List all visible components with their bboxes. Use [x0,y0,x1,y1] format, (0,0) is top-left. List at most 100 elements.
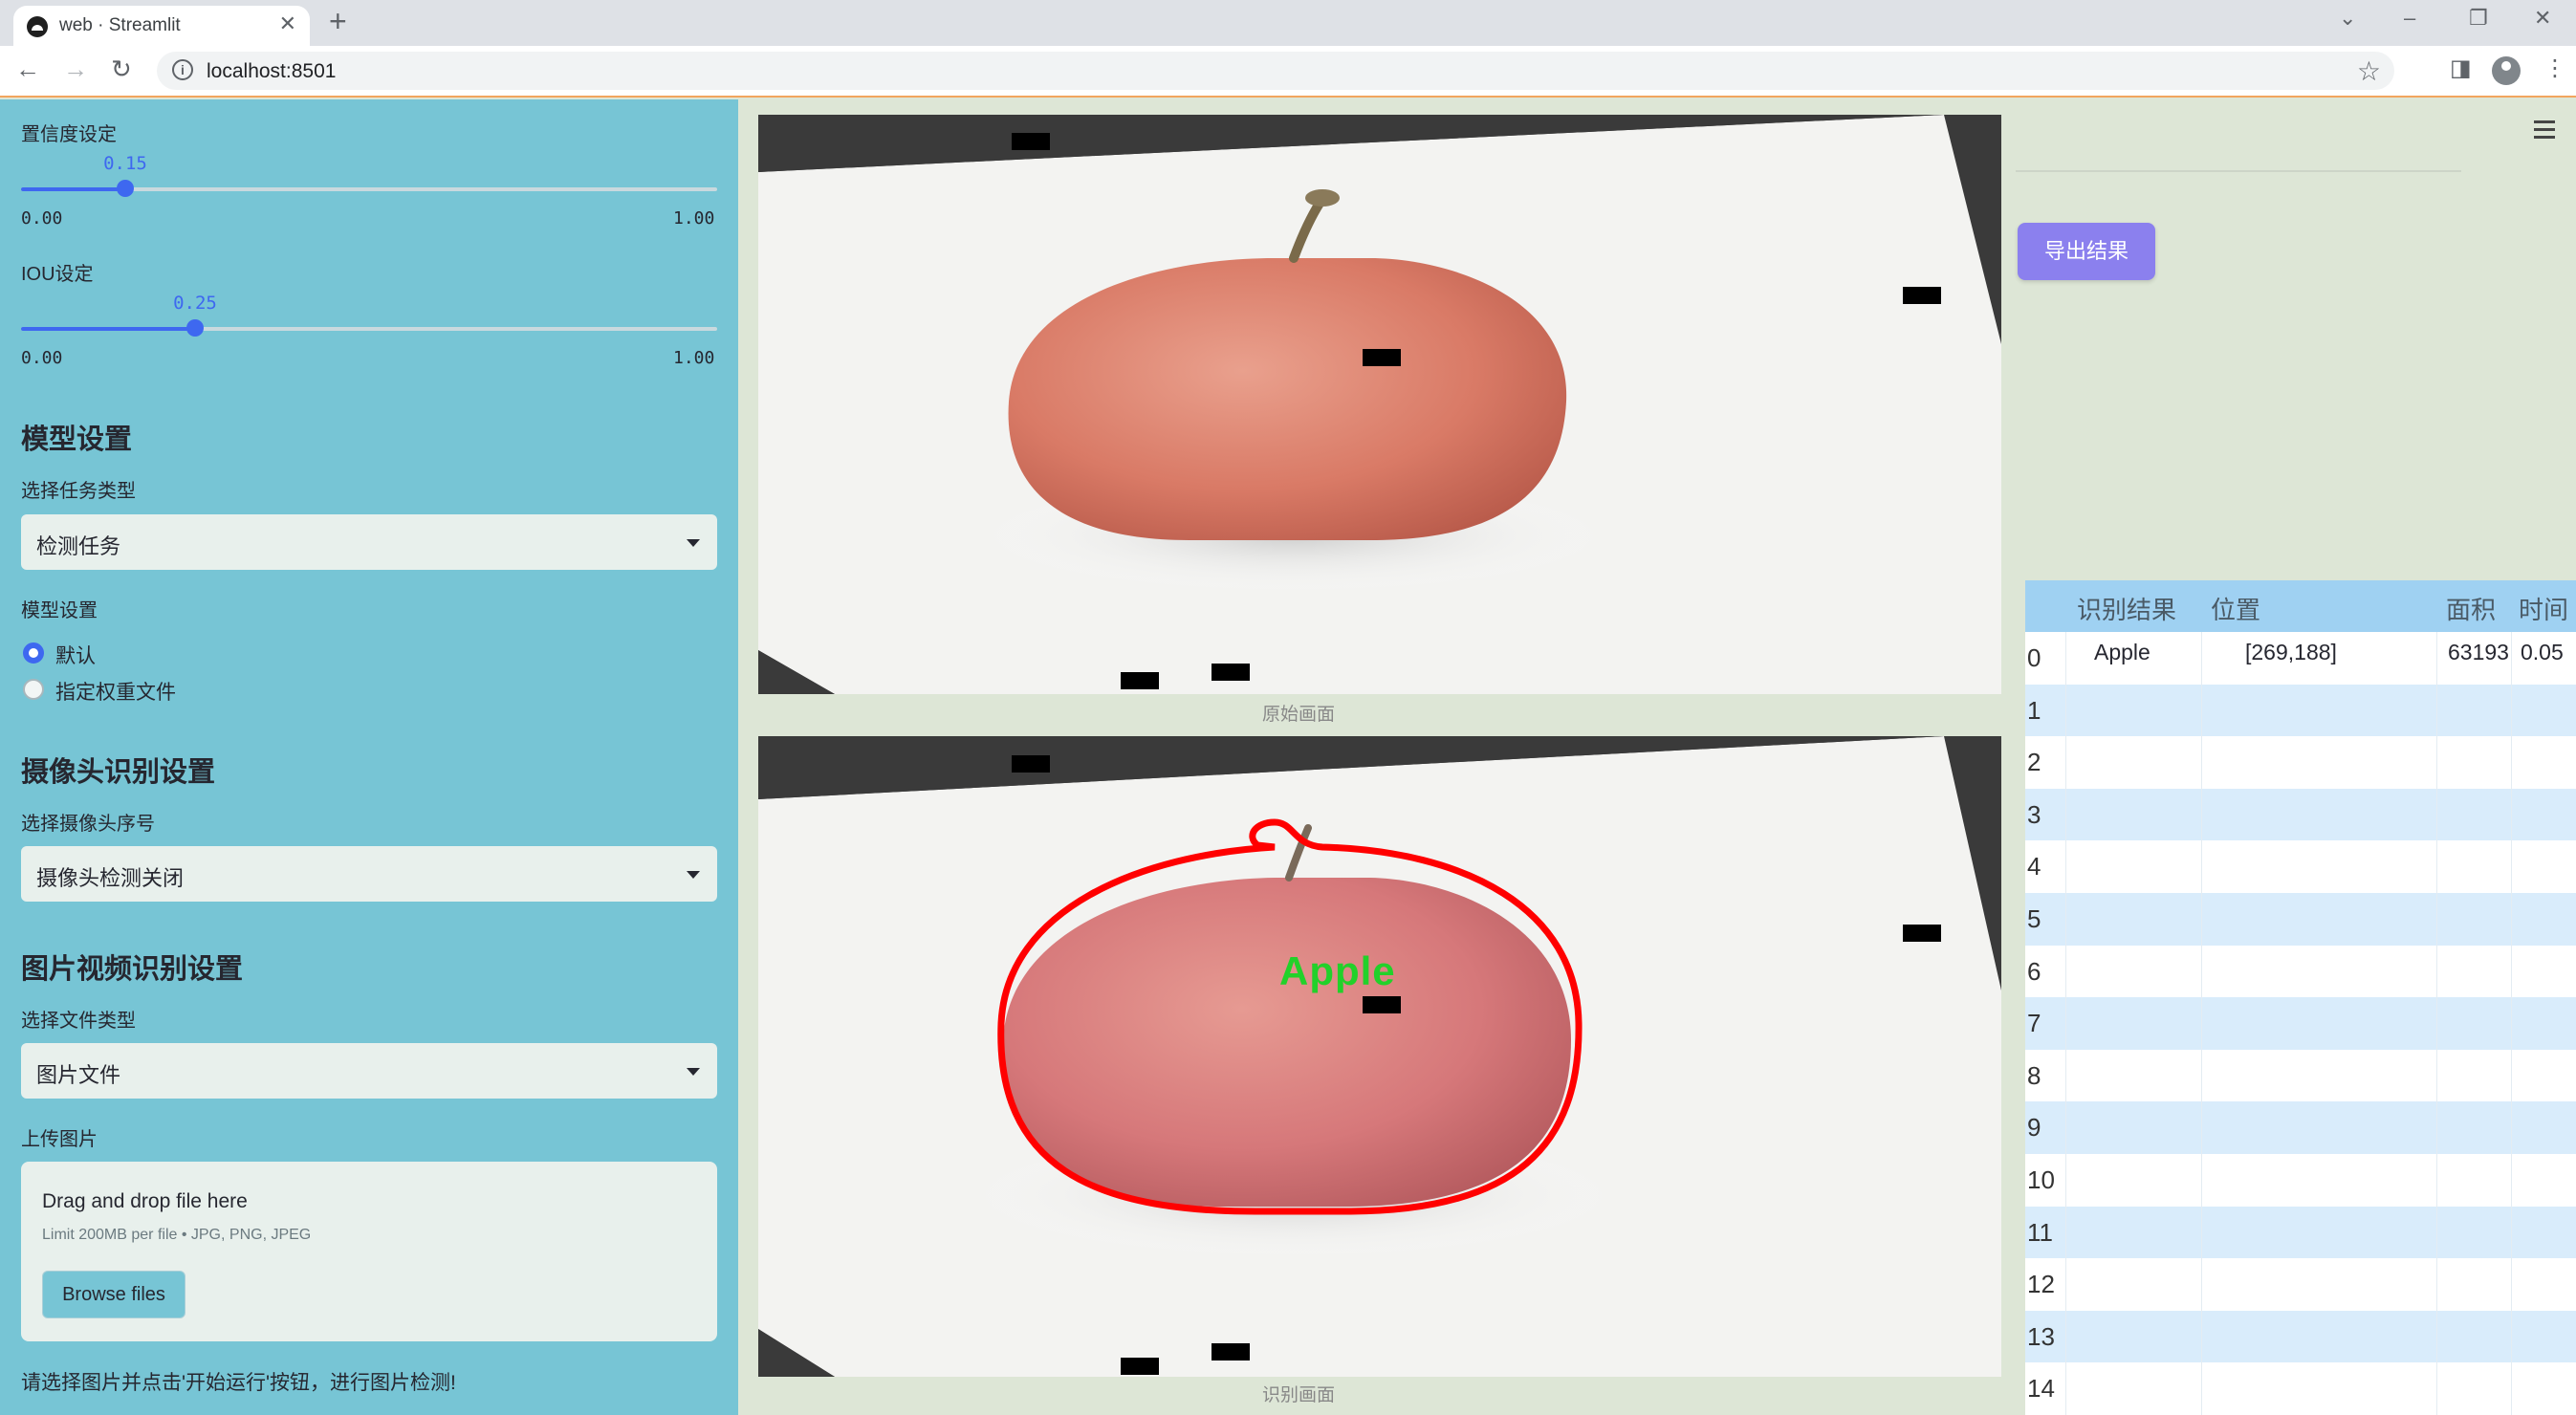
browse-files-button[interactable]: Browse files [42,1271,186,1318]
table-row[interactable]: 11 [2025,1206,2576,1259]
model-setting-label: 模型设置 [21,600,98,621]
table-row[interactable]: 9 [2025,1101,2576,1154]
row-index: 13 [2027,1321,2055,1351]
radio-default-label[interactable]: 默认 [55,641,96,669]
dropzone-title: Drag and drop file here [42,1190,248,1212]
row-index: 5 [2027,904,2041,933]
column-divider [2511,632,2512,1415]
upload-label: 上传图片 [21,1129,98,1150]
address-bar[interactable]: i localhost:8501 ☆ [157,52,2394,90]
file-dropzone[interactable]: Drag and drop file here Limit 200MB per … [21,1162,717,1341]
header-result[interactable]: 识别结果 [2077,591,2176,626]
header-position[interactable]: 位置 [2211,591,2260,626]
row-index: 0 [2027,643,2041,672]
streamlit-favicon-icon [27,16,48,37]
hamburger-menu-icon[interactable] [2534,120,2555,143]
restore-window-icon[interactable]: ❐ [2469,6,2488,31]
table-row[interactable]: 12 [2025,1258,2576,1311]
table-row[interactable]: 2 [2025,736,2576,789]
divider [2016,170,2461,172]
redaction-box [1121,672,1159,689]
minimize-window-icon[interactable]: – [2404,6,2415,31]
table-row[interactable]: 5 [2025,893,2576,946]
row-index: 9 [2027,1113,2041,1143]
reload-icon[interactable]: ↻ [111,54,132,84]
bookmark-star-icon[interactable]: ☆ [2357,55,2381,87]
close-tab-icon[interactable]: ✕ [279,11,296,36]
confidence-max: 1.00 [673,208,715,229]
original-caption: 原始画面 [1262,705,1336,725]
detection-label: Apple [1279,948,1396,993]
redaction-box [1012,755,1050,773]
back-arrow-icon[interactable]: ← [15,54,40,84]
table-row[interactable]: 6 [2025,945,2576,998]
camera-index-select[interactable]: 摄像头检测关闭 [21,846,717,902]
row-index: 11 [2027,1217,2053,1247]
row-index: 2 [2027,748,2041,777]
browser-tab-bar: web · Streamlit ✕ + ⌄ – ❐ ✕ [0,0,2576,46]
confidence-min: 0.00 [21,208,63,229]
table-row[interactable]: 14 [2025,1362,2576,1415]
iou-min: 0.00 [21,348,63,368]
table-row[interactable]: 13 [2025,1310,2576,1363]
close-window-icon[interactable]: ✕ [2534,6,2551,31]
row-index: 10 [2027,1165,2055,1194]
export-results-button[interactable]: 导出结果 [2018,223,2155,280]
redaction-box [1903,287,1941,304]
table-row[interactable]: 10 [2025,1154,2576,1207]
row-index: 6 [2027,956,2041,986]
redaction-box [1903,925,1941,942]
table-row[interactable]: 4 [2025,840,2576,893]
table-header: 识别结果 位置 面积 时间 [2025,580,2576,632]
dropzone-limit: Limit 200MB per file • JPG, PNG, JPEG [42,1227,312,1243]
row-index: 1 [2027,695,2041,725]
row-index: 4 [2027,852,2041,882]
browser-tab[interactable]: web · Streamlit ✕ [13,6,310,46]
redaction-box [1363,349,1401,366]
detected-caption: 识别画面 [1262,1385,1336,1405]
confidence-label: 置信度设定 [21,124,117,145]
task-type-select[interactable]: 检测任务 [21,514,717,570]
iou-label: IOU设定 [21,264,94,285]
chevron-down-icon [687,1068,700,1076]
iou-slider-thumb[interactable] [186,319,204,337]
radio-custom-weights[interactable] [23,679,44,700]
side-panel-icon[interactable]: ◨ [2450,54,2472,82]
column-divider [2065,632,2066,1415]
profile-avatar-icon[interactable] [2492,56,2521,85]
tab-search-chevron-icon[interactable]: ⌄ [2339,6,2356,31]
header-area[interactable]: 面积 [2446,591,2496,626]
radio-custom-weights-label[interactable]: 指定权重文件 [55,677,176,706]
table-row[interactable]: 8 [2025,1049,2576,1102]
radio-default[interactable] [23,642,44,664]
column-divider [2201,632,2202,1415]
chevron-down-icon [687,871,700,879]
file-type-value: 图片文件 [36,1063,121,1087]
table-row[interactable]: 3 [2025,788,2576,841]
row-index: 7 [2027,1009,2041,1038]
sidebar: 置信度设定 0.15 0.00 1.00 IOU设定 0.25 0.00 1.0… [0,99,738,1415]
cell-time: 0.05 [2521,640,2564,664]
table-row[interactable]: 1 [2025,684,2576,737]
results-table[interactable]: 识别结果 位置 面积 时间 0 Apple [269,188] 63193 0.05 1 2… [2025,580,2576,1415]
table-row[interactable]: 7 [2025,997,2576,1050]
browser-toolbar: ← → ↻ i localhost:8501 ☆ ◨ ⋮ [0,46,2576,98]
cell-area: 63193 [2448,640,2509,664]
row-index: 8 [2027,1060,2041,1090]
confidence-slider-thumb[interactable] [117,180,135,197]
header-time[interactable]: 时间 [2519,591,2568,626]
iou-slider[interactable] [21,319,717,337]
file-type-select[interactable]: 图片文件 [21,1043,717,1099]
forward-arrow-icon[interactable]: → [63,54,88,84]
redaction-box [1212,1343,1250,1361]
cell-position: [269,188] [2245,640,2337,664]
new-tab-icon[interactable]: + [329,4,347,39]
site-info-icon[interactable]: i [172,59,193,80]
original-apple-photo [758,115,2001,694]
camera-section-title: 摄像头识别设置 [21,757,216,788]
confidence-slider[interactable] [21,180,717,197]
table-row[interactable]: 0 Apple [269,188] 63193 0.05 [2025,632,2576,685]
column-divider [2436,632,2437,1415]
browser-menu-icon[interactable]: ⋮ [2543,54,2566,82]
iou-max: 1.00 [673,348,715,368]
